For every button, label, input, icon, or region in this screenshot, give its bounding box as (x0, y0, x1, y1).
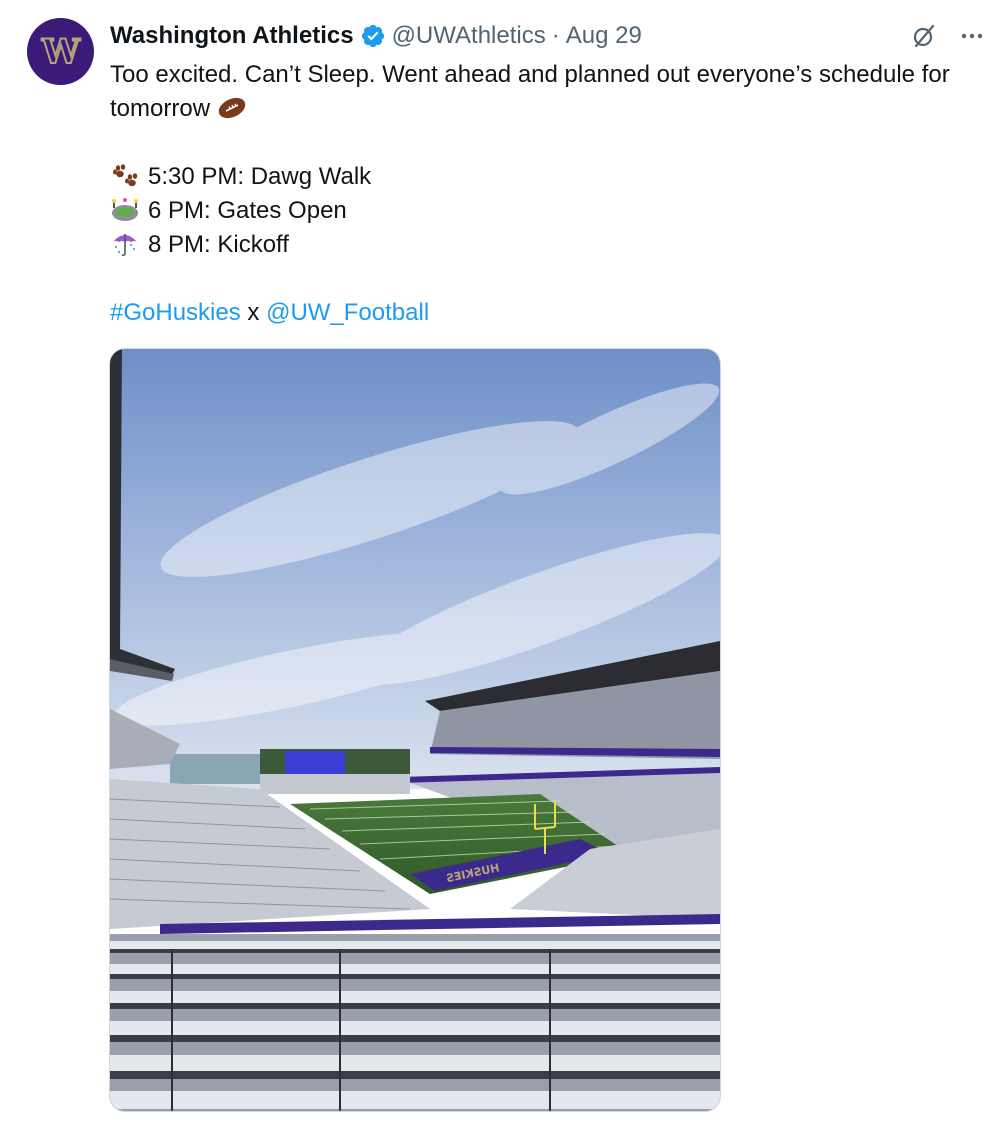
tweet-body: Too excited. Can’t Sleep. Went ahead and… (110, 58, 990, 330)
schedule-item: 8 PM: Kickoff (110, 228, 990, 262)
tweet-media-photo[interactable]: HUSKIES (109, 348, 721, 1112)
tweet-actions (910, 22, 986, 50)
connector-text: x (247, 299, 260, 326)
hashtag-link[interactable]: #GoHuskies (110, 299, 241, 326)
stadium-icon (112, 198, 138, 221)
schedule-item: 5:30 PM: Dawg Walk (110, 160, 990, 194)
schedule-text: 5:30 PM: Dawg Walk (148, 163, 372, 190)
verified-badge-icon[interactable] (360, 23, 386, 49)
schedule-text: 6 PM: Gates Open (148, 197, 347, 224)
grok-icon[interactable] (910, 22, 938, 50)
avatar[interactable]: W (27, 18, 94, 85)
paw-prints-icon (113, 164, 138, 187)
football-icon (218, 97, 246, 119)
separator-dot: · (551, 22, 560, 49)
tweet-intro: Too excited. Can’t Sleep. Went ahead and… (110, 58, 990, 126)
tweet-date[interactable]: Aug 29 (566, 22, 642, 50)
author-name[interactable]: Washington Athletics (110, 22, 354, 50)
mention-link[interactable]: @UW_Football (266, 299, 429, 326)
avatar-logo: W (41, 31, 81, 73)
more-options-icon[interactable] (958, 22, 986, 50)
tweet-header: Washington Athletics @UWAthletics · Aug … (110, 18, 642, 54)
schedule-text: 8 PM: Kickoff (148, 231, 289, 258)
tweet-tags: #GoHuskies x @UW_Football (110, 296, 990, 330)
umbrella-icon (113, 234, 137, 257)
author-handle[interactable]: @UWAthletics (392, 22, 546, 50)
schedule-item: 6 PM: Gates Open (110, 194, 990, 228)
stadium-photo: HUSKIES (110, 349, 720, 1111)
